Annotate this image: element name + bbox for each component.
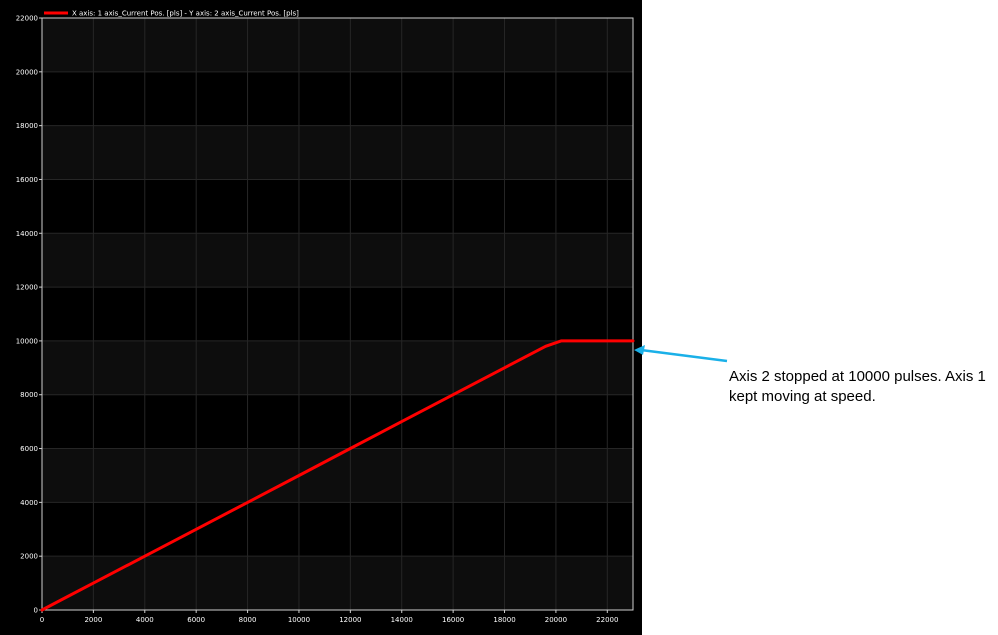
- arrow-shaft: [640, 348, 728, 363]
- y-tick-label: 18000: [16, 122, 38, 130]
- y-tick-label: 10000: [16, 337, 38, 345]
- y-tick-label: 2000: [20, 553, 38, 561]
- x-tick-label: 18000: [493, 616, 515, 624]
- legend-label: X axis: 1 axis_Current Pos. [pls] - Y ax…: [72, 10, 299, 18]
- legend[interactable]: X axis: 1 axis_Current Pos. [pls] - Y ax…: [44, 10, 299, 18]
- y-tick-label: 12000: [16, 284, 38, 292]
- chart-svg: 0 2000 4000 6000 8000 10000 12000 14000 16000 180…: [0, 0, 642, 635]
- x-tick-label: 22000: [596, 616, 618, 624]
- x-tick-label: 12000: [339, 616, 361, 624]
- x-tick-label: 2000: [84, 616, 102, 624]
- x-tick-label: 0: [40, 616, 44, 624]
- chart-background: [0, 0, 642, 635]
- y-tick-label: 14000: [16, 230, 38, 238]
- plot-band: [42, 18, 633, 72]
- x-tick-label: 6000: [187, 616, 205, 624]
- y-tick-label: 4000: [20, 499, 38, 507]
- x-tick-label: 8000: [239, 616, 257, 624]
- x-tick-label: 10000: [288, 616, 310, 624]
- y-tick-label: 16000: [16, 176, 38, 184]
- x-tick-label: 16000: [442, 616, 464, 624]
- chart-panel: 0 2000 4000 6000 8000 10000 12000 14000 16000 180…: [0, 0, 642, 635]
- plot-band: [42, 340, 633, 395]
- y-tick-label: 8000: [20, 391, 38, 399]
- y-tick-label: 20000: [16, 68, 38, 76]
- x-tick-label: 4000: [136, 616, 154, 624]
- y-tick-label: 6000: [20, 445, 38, 453]
- plot-band: [42, 233, 633, 288]
- annotation-text: Axis 2 stopped at 10000 pulses. Axis 1 k…: [729, 368, 986, 405]
- y-tick-label: 0: [34, 607, 38, 615]
- y-tick-label: 22000: [16, 15, 38, 23]
- x-tick-label: 14000: [391, 616, 413, 624]
- plot-band: [42, 125, 633, 180]
- x-tick-label: 20000: [545, 616, 567, 624]
